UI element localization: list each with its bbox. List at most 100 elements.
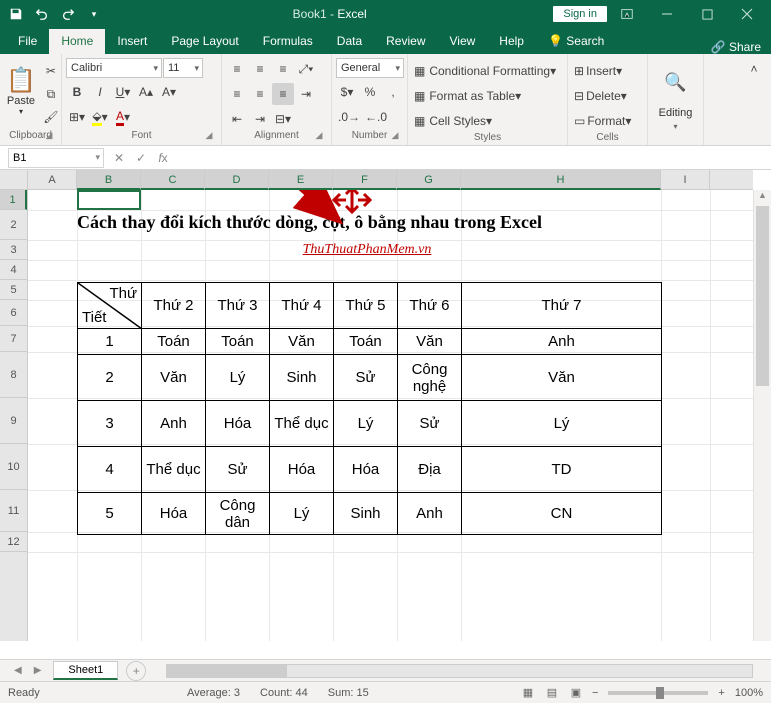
italic-button[interactable]: I bbox=[89, 81, 111, 103]
name-box[interactable]: B1 bbox=[8, 148, 104, 168]
tab-review[interactable]: Review bbox=[374, 29, 437, 54]
align-bottom-icon[interactable]: ≡ bbox=[272, 58, 294, 80]
close-button[interactable] bbox=[727, 0, 767, 28]
align-right-icon[interactable]: ≡ bbox=[272, 83, 294, 105]
tab-file[interactable]: File bbox=[6, 29, 49, 54]
row-header-8[interactable]: 8 bbox=[0, 352, 27, 398]
orientation-icon[interactable]: ⤢▾ bbox=[295, 58, 317, 80]
vertical-scrollbar[interactable]: ▲ bbox=[753, 190, 771, 641]
increase-indent-icon[interactable]: ⇥ bbox=[249, 108, 271, 130]
increase-decimal-icon[interactable]: .0→ bbox=[336, 106, 362, 128]
row-header-12[interactable]: 12 bbox=[0, 532, 27, 552]
editing-dropdown-icon[interactable]: 🔍 bbox=[662, 60, 688, 104]
copy-icon[interactable]: ⧉ bbox=[40, 83, 62, 105]
column-header-C[interactable]: C bbox=[141, 170, 205, 190]
tab-view[interactable]: View bbox=[438, 29, 488, 54]
format-as-table-button[interactable]: ▦ Format as Table▾ bbox=[412, 85, 562, 107]
sheet-tab[interactable]: Sheet1 bbox=[53, 661, 118, 680]
column-header-H[interactable]: H bbox=[461, 170, 661, 190]
tab-data[interactable]: Data bbox=[325, 29, 374, 54]
sheet-nav-prev-icon[interactable]: ◀ bbox=[8, 665, 28, 676]
font-size-combo[interactable]: 11 bbox=[163, 58, 203, 78]
cancel-formula-icon[interactable]: ✕ bbox=[108, 151, 130, 165]
increase-font-icon[interactable]: A▴ bbox=[135, 81, 157, 103]
column-header-F[interactable]: F bbox=[333, 170, 397, 190]
sheet-nav-next-icon[interactable]: ▶ bbox=[28, 665, 48, 676]
clipboard-launcher-icon[interactable]: ◢ bbox=[43, 130, 55, 142]
zoom-level[interactable]: 100% bbox=[735, 687, 763, 699]
select-all-corner[interactable] bbox=[0, 170, 28, 190]
collapse-ribbon-icon[interactable]: ˄ bbox=[743, 58, 765, 80]
row-header-1[interactable]: 1 bbox=[0, 190, 27, 210]
worksheet-grid[interactable]: ABCDEFGHI 123456789101112 Cách thay đổi … bbox=[0, 170, 771, 659]
tab-formulas[interactable]: Formulas bbox=[251, 29, 325, 54]
column-header-G[interactable]: G bbox=[397, 170, 461, 190]
cell-styles-button[interactable]: ▦ Cell Styles▾ bbox=[412, 110, 562, 132]
share-button[interactable]: 🔗 Share bbox=[711, 40, 761, 54]
font-color-icon[interactable]: A▾ bbox=[112, 106, 134, 128]
save-icon[interactable] bbox=[4, 3, 28, 25]
decrease-decimal-icon[interactable]: ←.0 bbox=[363, 106, 389, 128]
delete-cells-button[interactable]: ⊟ Delete▾ bbox=[572, 85, 644, 107]
row-header-4[interactable]: 4 bbox=[0, 260, 27, 280]
number-launcher-icon[interactable]: ◢ bbox=[389, 130, 401, 142]
row-header-5[interactable]: 5 bbox=[0, 280, 27, 300]
paste-button[interactable]: 📋 Paste ▾ bbox=[4, 58, 38, 124]
bold-button[interactable]: B bbox=[66, 81, 88, 103]
wrap-text-icon[interactable]: ⇥ bbox=[295, 83, 317, 105]
row-header-3[interactable]: 3 bbox=[0, 240, 27, 260]
number-format-combo[interactable]: General bbox=[336, 58, 404, 78]
tab-help[interactable]: Help bbox=[487, 29, 536, 54]
font-name-combo[interactable]: Calibri bbox=[66, 58, 162, 78]
undo-icon[interactable] bbox=[30, 3, 54, 25]
column-header-B[interactable]: B bbox=[77, 170, 141, 190]
conditional-formatting-button[interactable]: ▦ Conditional Formatting▾ bbox=[412, 60, 562, 82]
tab-insert[interactable]: Insert bbox=[105, 29, 159, 54]
tab-home[interactable]: Home bbox=[49, 29, 105, 54]
maximize-button[interactable] bbox=[687, 0, 727, 28]
view-buttons[interactable]: ▦▤▣ bbox=[516, 686, 588, 699]
horizontal-scrollbar[interactable] bbox=[166, 664, 753, 678]
insert-cells-button[interactable]: ⊞ Insert▾ bbox=[572, 60, 644, 82]
qat-customize-icon[interactable]: ▾ bbox=[82, 3, 106, 25]
format-cells-button[interactable]: ▭ Format▾ bbox=[572, 110, 644, 132]
align-center-icon[interactable]: ≡ bbox=[249, 83, 271, 105]
font-launcher-icon[interactable]: ◢ bbox=[203, 130, 215, 142]
redo-icon[interactable] bbox=[56, 3, 80, 25]
borders-icon[interactable]: ⊞▾ bbox=[66, 106, 88, 128]
row-headers[interactable]: 123456789101112 bbox=[0, 190, 28, 641]
align-left-icon[interactable]: ≡ bbox=[226, 83, 248, 105]
accounting-icon[interactable]: $▾ bbox=[336, 81, 358, 103]
merge-center-icon[interactable]: ⊟▾ bbox=[272, 108, 294, 130]
fx-icon[interactable]: fx bbox=[152, 151, 174, 165]
align-middle-icon[interactable]: ≡ bbox=[249, 58, 271, 80]
column-header-I[interactable]: I bbox=[661, 170, 710, 190]
format-painter-icon[interactable]: 🖌 bbox=[40, 106, 62, 128]
row-header-7[interactable]: 7 bbox=[0, 326, 27, 352]
zoom-out-button[interactable]: − bbox=[588, 687, 602, 699]
enter-formula-icon[interactable]: ✓ bbox=[130, 151, 152, 165]
cut-icon[interactable]: ✂ bbox=[40, 60, 62, 82]
decrease-indent-icon[interactable]: ⇤ bbox=[226, 108, 248, 130]
row-header-11[interactable]: 11 bbox=[0, 490, 27, 532]
zoom-in-button[interactable]: + bbox=[714, 687, 728, 699]
decrease-font-icon[interactable]: A▾ bbox=[158, 81, 180, 103]
column-header-E[interactable]: E bbox=[269, 170, 333, 190]
zoom-slider[interactable] bbox=[608, 691, 708, 695]
minimize-button[interactable] bbox=[647, 0, 687, 28]
alignment-launcher-icon[interactable]: ◢ bbox=[313, 130, 325, 142]
column-header-D[interactable]: D bbox=[205, 170, 269, 190]
row-header-6[interactable]: 6 bbox=[0, 300, 27, 326]
tab-page-layout[interactable]: Page Layout bbox=[159, 29, 250, 54]
row-header-10[interactable]: 10 bbox=[0, 444, 27, 490]
add-sheet-button[interactable]: + bbox=[126, 661, 146, 681]
column-header-A[interactable]: A bbox=[28, 170, 77, 190]
ribbon-options-icon[interactable] bbox=[607, 0, 647, 28]
fill-color-icon[interactable]: ⬙▾ bbox=[89, 106, 111, 128]
align-top-icon[interactable]: ≡ bbox=[226, 58, 248, 80]
column-headers[interactable]: ABCDEFGHI bbox=[28, 170, 753, 190]
tell-me[interactable]: 💡 Search bbox=[536, 29, 616, 54]
row-header-2[interactable]: 2 bbox=[0, 210, 27, 240]
underline-button[interactable]: U▾ bbox=[112, 81, 134, 103]
percent-icon[interactable]: % bbox=[359, 81, 381, 103]
